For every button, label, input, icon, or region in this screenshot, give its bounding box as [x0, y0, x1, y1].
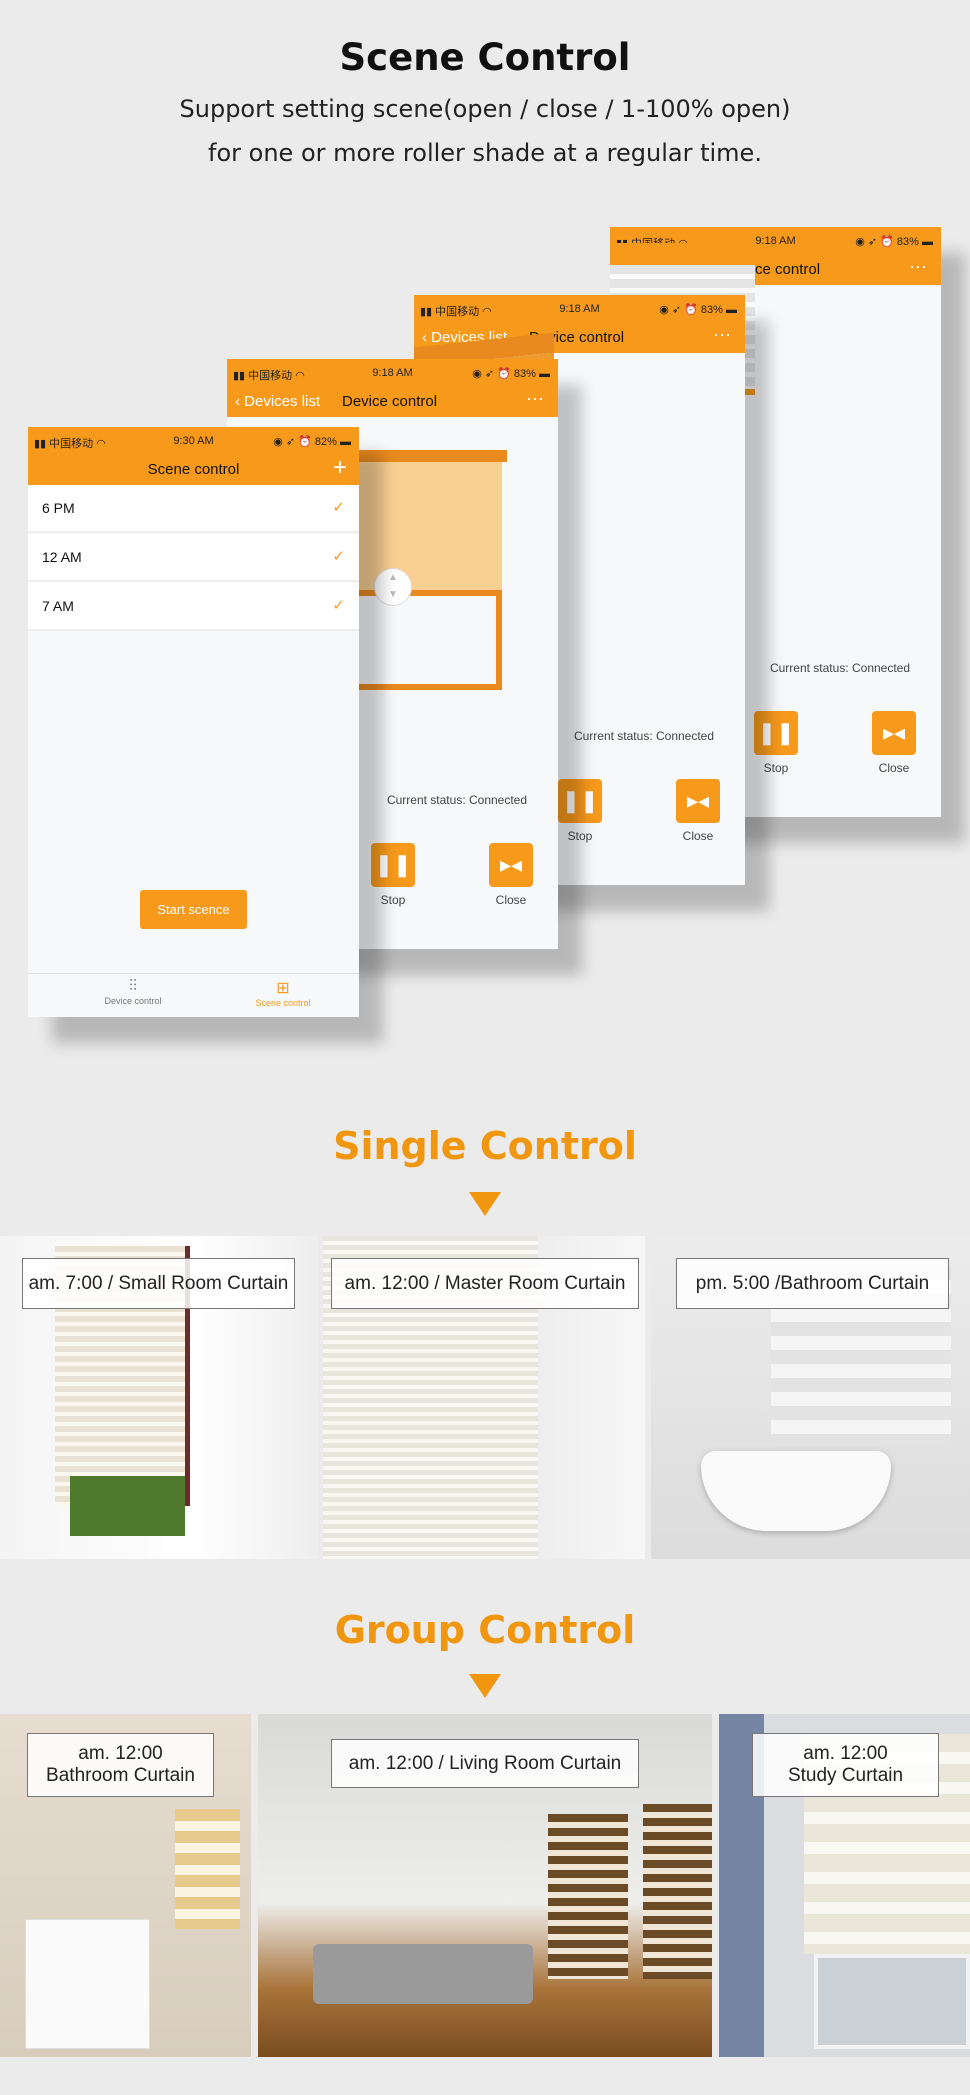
battery-level: 83%	[700, 304, 723, 316]
connection-status: Current status: Connected	[573, 729, 715, 743]
label-time: am. 12:00	[78, 1743, 163, 1764]
subtitle-line-1: Support setting scene(open / close / 1-1…	[179, 95, 791, 123]
more-icon[interactable]: ···	[526, 388, 544, 409]
add-scene-button[interactable]: +	[333, 454, 347, 482]
position-slider-handle[interactable]: ▲▼	[374, 568, 412, 606]
pause-icon: ❚❚	[561, 788, 599, 813]
stop-button[interactable]: ❚❚	[558, 779, 602, 823]
scene-time: 12 AM	[42, 549, 82, 565]
tab-scene-control[interactable]: ⊞ Scene control	[228, 978, 338, 1008]
status-bar: ▮▮ 中国移动 ◠9:18 AM◉ ➶ ⏰ 83% ▬	[414, 295, 745, 324]
check-icon: ✓	[332, 548, 345, 565]
photo-label: pm. 5:00 /Bathroom Curtain	[676, 1258, 949, 1309]
photo-label: am. 12:00 Study Curtain	[752, 1733, 939, 1797]
status-bar: ▮▮ 中国移动 ◠ 9:30 AM ◉ ➶ ⏰ 82% ▬	[28, 427, 359, 456]
window-view	[70, 1476, 185, 1536]
down-triangle-icon	[469, 1674, 501, 1698]
close-button[interactable]: ▸◂	[676, 779, 720, 823]
scene-control-phone: ▮▮ 中国移动 ◠ 9:30 AM ◉ ➶ ⏰ 82% ▬ Scene cont…	[28, 427, 359, 1017]
close-shade-icon: ▸◂	[882, 720, 906, 745]
scene-row[interactable]: 12 AM ✓	[28, 534, 359, 582]
connection-status: Current status: Connected	[769, 661, 911, 675]
start-scene-button[interactable]: Start scence	[140, 890, 247, 929]
sliders-icon: ⫶⫶	[128, 978, 137, 995]
stop-label: Stop	[763, 761, 789, 775]
stop-button[interactable]: ❚❚	[371, 843, 415, 887]
close-button[interactable]: ▸◂	[489, 843, 533, 887]
battery: ◉ ➶ ⏰ 83% ▬	[659, 304, 737, 316]
grid-plus-icon: ⊞	[276, 980, 290, 997]
page-title: Scene Control	[339, 36, 631, 79]
scene-time: 7 AM	[42, 598, 74, 614]
stop-button[interactable]: ❚❚	[754, 711, 798, 755]
scene-time: 6 PM	[42, 500, 75, 516]
close-shade-icon: ▸◂	[686, 788, 710, 813]
stop-label: Stop	[380, 893, 406, 907]
close-label: Close	[495, 893, 527, 907]
nav-bar: Scene control +	[28, 454, 359, 485]
single-control-heading: Single Control	[333, 1124, 637, 1168]
scene-row[interactable]: 6 PM ✓	[28, 485, 359, 533]
battery: ◉ ➶ ⏰ 83% ▬	[472, 368, 550, 380]
tab-label: Scene control	[255, 998, 311, 1008]
battery-level: 82%	[314, 436, 337, 448]
more-icon[interactable]: ···	[909, 256, 927, 277]
blind-image	[643, 1804, 712, 1979]
status-bar: ▮▮ 中国移动 ◠9:18 AM◉ ➶ ⏰ 83% ▬	[227, 359, 558, 388]
stop-label: Stop	[567, 829, 593, 843]
blind-image	[175, 1809, 240, 1929]
tab-bar: ⫶⫶ Device control ⊞ Scene control	[28, 973, 359, 1017]
group-control-heading: Group Control	[334, 1608, 636, 1652]
close-shade-icon: ▸◂	[499, 852, 523, 877]
photo-label: am. 12:00 / Master Room Curtain	[331, 1258, 639, 1309]
label-room: Bathroom Curtain	[46, 1765, 195, 1786]
bathtub-image	[701, 1451, 891, 1531]
battery-level: 83%	[513, 368, 536, 380]
nav-bar: ‹ Devices list Device control ···	[227, 388, 558, 417]
pause-icon: ❚❚	[374, 852, 412, 877]
photo-label: am. 7:00 / Small Room Curtain	[22, 1258, 295, 1309]
check-icon: ✓	[332, 597, 345, 614]
back-button[interactable]: ‹ Devices list	[235, 393, 320, 410]
connection-status: Current status: Connected	[386, 793, 528, 807]
blind-image	[548, 1814, 628, 1979]
pause-icon: ❚❚	[757, 720, 795, 745]
scene-row[interactable]: 7 AM ✓	[28, 583, 359, 631]
close-label: Close	[682, 829, 714, 843]
photo-label: am. 12:00 Bathroom Curtain	[27, 1733, 214, 1797]
window-view	[814, 1954, 970, 2049]
nav-title: Device control	[342, 393, 438, 410]
down-triangle-icon	[469, 1192, 501, 1216]
photo-label: am. 12:00 / Living Room Curtain	[331, 1739, 639, 1788]
nav-title: Scene control	[147, 461, 240, 478]
back-label: Devices list	[244, 393, 321, 410]
battery: ◉ ➶ ⏰ 83% ▬	[855, 236, 933, 248]
battery-level: 83%	[896, 236, 919, 248]
more-icon[interactable]: ···	[713, 324, 731, 345]
close-label: Close	[878, 761, 910, 775]
vanity-image	[25, 1919, 150, 2049]
label-room: Study Curtain	[787, 1765, 904, 1786]
check-icon: ✓	[332, 499, 345, 516]
close-button[interactable]: ▸◂	[872, 711, 916, 755]
sofa-image	[313, 1944, 533, 2004]
label-time: am. 12:00	[803, 1743, 888, 1764]
tab-device-control[interactable]: ⫶⫶ Device control	[78, 978, 188, 1006]
subtitle-line-2: for one or more roller shade at a regula…	[208, 139, 762, 167]
tab-label: Device control	[104, 996, 162, 1006]
battery: ◉ ➶ ⏰ 82% ▬	[273, 436, 351, 448]
